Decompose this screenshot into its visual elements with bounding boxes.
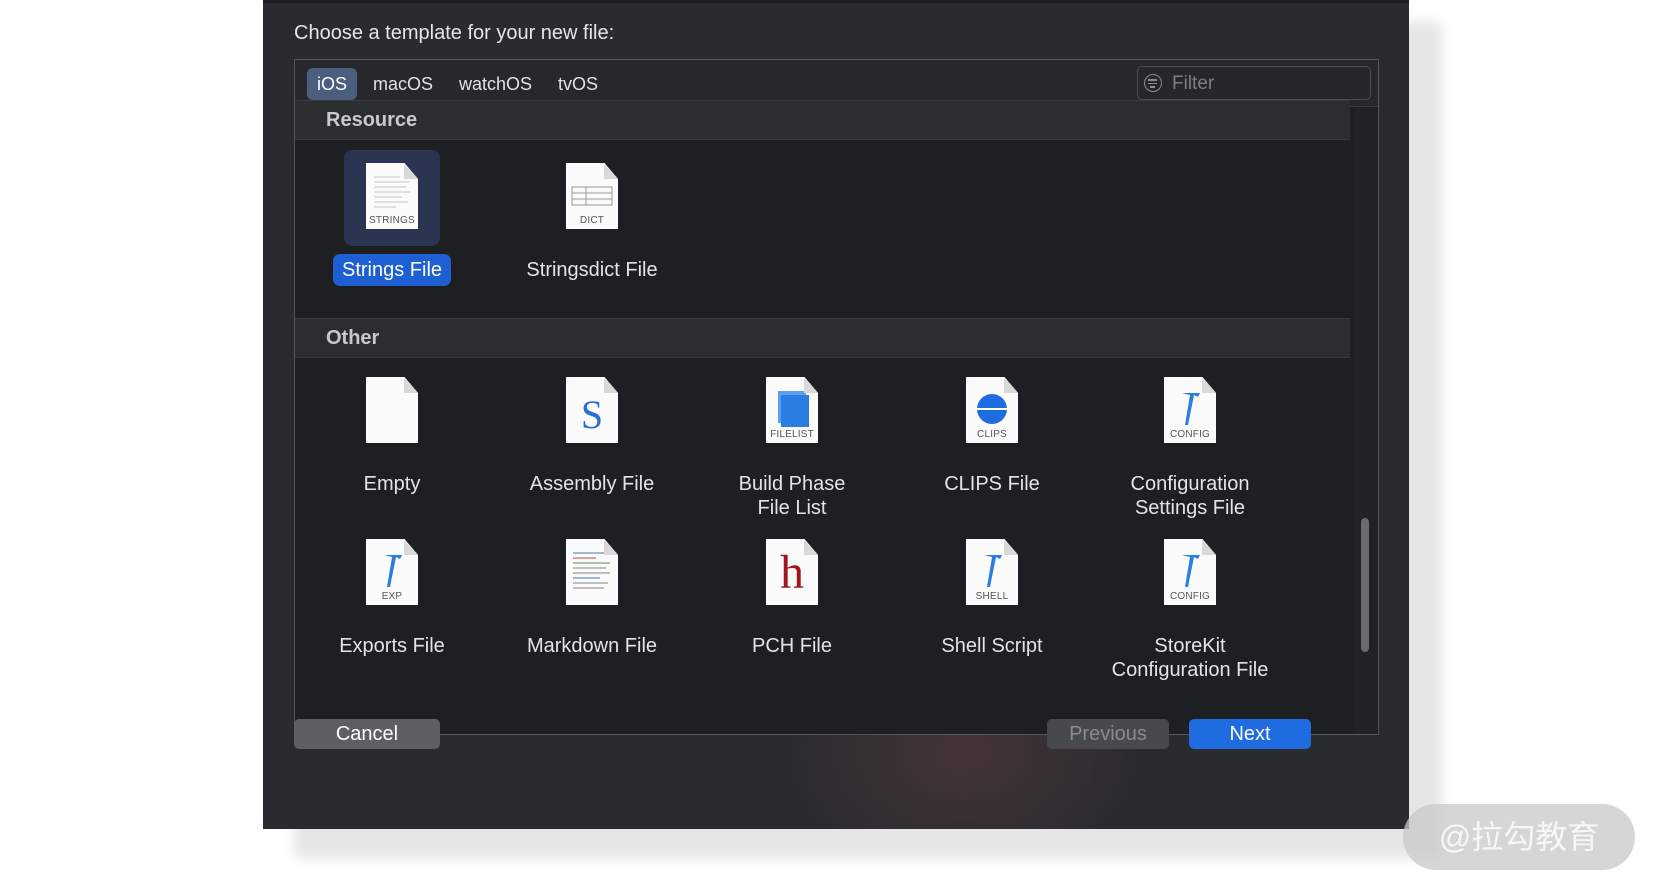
template-label: Markdown File bbox=[526, 635, 658, 657]
config-file-icon: CONFIG bbox=[1142, 364, 1238, 460]
section-title: Other bbox=[326, 327, 380, 349]
template-label: Configuration Settings File bbox=[1130, 473, 1250, 519]
section-header-resource: Resource bbox=[295, 100, 1350, 140]
template-exports-file[interactable]: EXP Exports File bbox=[295, 526, 497, 662]
shell-script-icon: SHELL bbox=[944, 526, 1040, 622]
tab-tvos[interactable]: tvOS bbox=[548, 68, 608, 100]
pch-file-icon: h bbox=[744, 526, 840, 622]
watermark: @拉勾教育 bbox=[1403, 804, 1635, 870]
template-label: CLIPS File bbox=[944, 473, 1040, 495]
template-label: StoreKit Configuration File bbox=[1111, 635, 1269, 681]
filelist-icon: FILELIST bbox=[744, 364, 840, 460]
template-label: Shell Script bbox=[941, 635, 1043, 657]
next-button[interactable]: Next bbox=[1189, 719, 1311, 749]
template-stringsdict-file[interactable]: DICT Stringsdict File bbox=[487, 150, 697, 286]
template-configuration-settings-file[interactable]: CONFIG Configuration Settings File bbox=[1085, 364, 1295, 524]
section-title: Resource bbox=[326, 109, 418, 131]
template-label: Strings File bbox=[332, 254, 452, 286]
template-pch-file[interactable]: h PCH File bbox=[687, 526, 897, 662]
markdown-file-icon bbox=[544, 526, 640, 622]
template-strings-file[interactable]: STRINGS Strings File bbox=[295, 150, 497, 286]
template-assembly-file[interactable]: S Assembly File bbox=[487, 364, 697, 500]
tab-watchos[interactable]: watchOS bbox=[449, 68, 542, 100]
empty-file-icon bbox=[344, 364, 440, 460]
template-label: Exports File bbox=[339, 635, 445, 657]
template-empty[interactable]: Empty bbox=[295, 364, 497, 500]
filter-input[interactable] bbox=[1170, 67, 1364, 101]
template-chooser: iOS macOS watchOS tvOS Resource bbox=[294, 59, 1379, 735]
template-markdown-file[interactable]: Markdown File bbox=[487, 526, 697, 662]
template-build-phase-file-list[interactable]: FILELIST Build Phase File List bbox=[687, 364, 897, 524]
exports-file-icon: EXP bbox=[344, 526, 440, 622]
template-clips-file[interactable]: CLIPS CLIPS File bbox=[887, 364, 1097, 500]
template-storekit-configuration-file[interactable]: CONFIG StoreKit Configuration File bbox=[1085, 526, 1295, 686]
assembly-file-icon: S bbox=[544, 364, 640, 460]
filter-field[interactable] bbox=[1137, 66, 1371, 101]
template-label: Empty bbox=[363, 473, 421, 495]
storekit-config-icon: CONFIG bbox=[1142, 526, 1238, 622]
dialog-title: Choose a template for your new file: bbox=[294, 22, 615, 44]
previous-button[interactable]: Previous bbox=[1047, 719, 1169, 749]
clips-file-icon: CLIPS bbox=[944, 364, 1040, 460]
template-label: Stringsdict File bbox=[526, 259, 658, 281]
tab-ios[interactable]: iOS bbox=[307, 68, 358, 100]
cancel-button[interactable]: Cancel bbox=[294, 719, 440, 749]
new-file-dialog: Choose a template for your new file: iOS… bbox=[263, 0, 1409, 829]
stringsdict-file-icon: DICT bbox=[544, 150, 640, 246]
template-shell-script[interactable]: SHELL Shell Script bbox=[887, 526, 1097, 662]
scrollbar-thumb[interactable] bbox=[1361, 518, 1369, 652]
template-label: PCH File bbox=[751, 635, 832, 657]
filter-icon bbox=[1144, 74, 1162, 92]
template-scrollbar[interactable] bbox=[1355, 108, 1377, 734]
section-header-other: Other bbox=[295, 318, 1350, 358]
template-label: Assembly File bbox=[529, 473, 655, 495]
strings-file-icon: STRINGS bbox=[344, 150, 440, 246]
template-label: Build Phase File List bbox=[738, 473, 846, 519]
tab-macos[interactable]: macOS bbox=[363, 68, 443, 100]
